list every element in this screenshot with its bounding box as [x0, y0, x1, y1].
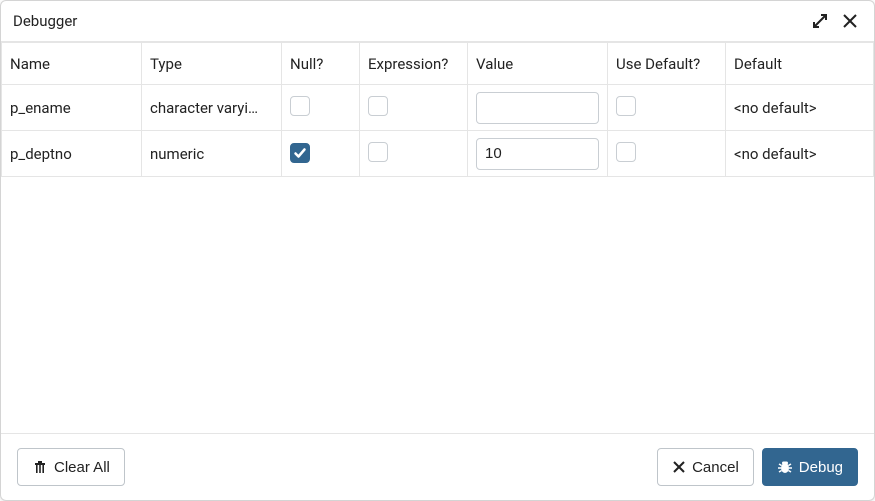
header-expression: Expression?	[360, 43, 468, 85]
cell-name: p_ename	[2, 85, 142, 131]
param-type: character varyi…	[150, 99, 258, 117]
bug-icon	[777, 459, 793, 475]
null-checkbox[interactable]	[290, 143, 310, 163]
cell-null	[282, 85, 360, 131]
header-value: Value	[468, 43, 608, 85]
null-checkbox[interactable]	[290, 96, 310, 116]
cell-use-default	[608, 85, 726, 131]
trash-icon	[32, 459, 48, 475]
value-input[interactable]	[476, 138, 599, 170]
table-header-row: Name Type Null? Expression? Value Use De…	[2, 43, 874, 85]
cell-default: <no default>	[726, 85, 874, 131]
header-null: Null?	[282, 43, 360, 85]
debugger-dialog: Debugger Name Type	[0, 0, 875, 501]
value-input[interactable]	[476, 92, 599, 124]
header-type: Type	[142, 43, 282, 85]
dialog-footer: Clear All Cancel	[1, 434, 874, 500]
table-row: p_ename character varyi… <no default>	[2, 85, 874, 131]
parameters-table: Name Type Null? Expression? Value Use De…	[1, 42, 874, 177]
header-use-default: Use Default?	[608, 43, 726, 85]
cell-value	[468, 131, 608, 177]
cancel-label: Cancel	[692, 459, 739, 476]
expand-icon[interactable]	[808, 9, 832, 33]
expression-checkbox[interactable]	[368, 96, 388, 116]
dialog-title: Debugger	[13, 12, 802, 30]
param-name: p_ename	[10, 99, 71, 117]
cell-type: character varyi…	[142, 85, 282, 131]
titlebar: Debugger	[1, 1, 874, 42]
cell-value	[468, 85, 608, 131]
close-icon[interactable]	[838, 9, 862, 33]
header-default: Default	[726, 43, 874, 85]
x-icon	[672, 460, 686, 474]
param-name: p_deptno	[10, 145, 72, 163]
cell-default: <no default>	[726, 131, 874, 177]
parameters-table-wrap: Name Type Null? Expression? Value Use De…	[1, 42, 874, 434]
clear-all-button[interactable]: Clear All	[17, 448, 125, 486]
debug-button[interactable]: Debug	[762, 448, 858, 486]
expression-checkbox[interactable]	[368, 142, 388, 162]
cell-null	[282, 131, 360, 177]
cell-use-default	[608, 131, 726, 177]
cell-expression	[360, 85, 468, 131]
clear-all-label: Clear All	[54, 459, 110, 476]
param-type: numeric	[150, 145, 204, 163]
use-default-checkbox[interactable]	[616, 142, 636, 162]
cancel-button[interactable]: Cancel	[657, 448, 754, 486]
cell-name: p_deptno	[2, 131, 142, 177]
default-value: <no default>	[734, 145, 817, 163]
cell-type: numeric	[142, 131, 282, 177]
default-value: <no default>	[734, 99, 817, 117]
cell-expression	[360, 131, 468, 177]
table-row: p_deptno numeric <no default>	[2, 131, 874, 177]
debug-label: Debug	[799, 459, 843, 476]
header-name: Name	[2, 43, 142, 85]
use-default-checkbox[interactable]	[616, 96, 636, 116]
